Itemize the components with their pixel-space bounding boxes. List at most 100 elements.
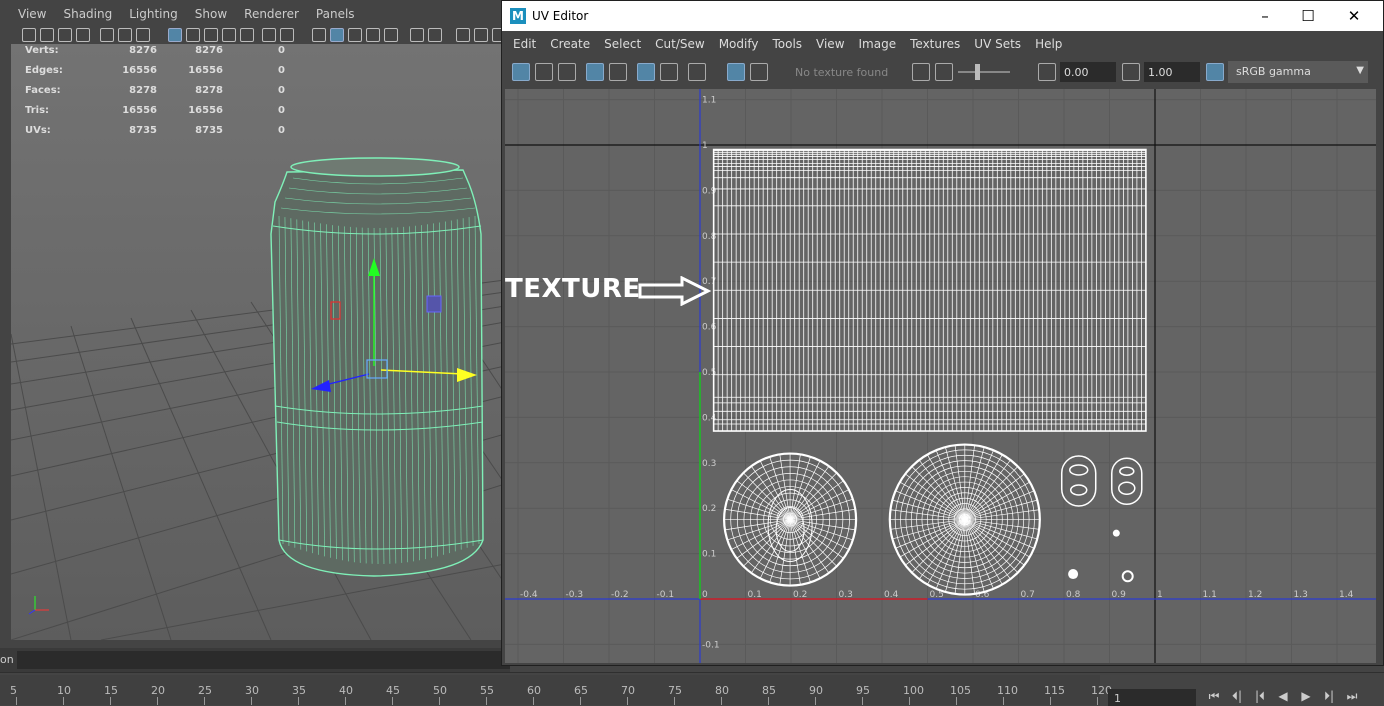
go-to-start-icon[interactable]: ⏮ bbox=[1204, 687, 1224, 705]
menu-panels[interactable]: Panels bbox=[316, 7, 355, 21]
exposure-icon[interactable] bbox=[1038, 63, 1056, 81]
uv-menu-create[interactable]: Create bbox=[550, 37, 590, 51]
u-tick-label: 0.9 bbox=[1112, 590, 1127, 600]
step-back-frame-icon[interactable]: |⏴ bbox=[1250, 687, 1270, 705]
camera-icon[interactable] bbox=[22, 28, 36, 42]
minimize-button[interactable]: – bbox=[1242, 1, 1288, 31]
uv-menu-modify[interactable]: Modify bbox=[719, 37, 759, 51]
display-image-icon[interactable] bbox=[727, 63, 745, 81]
image-plane-icon[interactable] bbox=[76, 28, 90, 42]
frame-tick-mark bbox=[392, 697, 393, 705]
uv-editor-titlebar[interactable]: M UV Editor – ☐ ✕ bbox=[502, 1, 1383, 31]
gamma-field[interactable] bbox=[1144, 62, 1200, 82]
u-tick-label: 0.1 bbox=[748, 590, 762, 600]
step-forward-key-icon[interactable]: ⏵| bbox=[1319, 687, 1339, 705]
film-gate-icon[interactable] bbox=[118, 28, 132, 42]
smooth-shade-icon[interactable] bbox=[186, 28, 200, 42]
light-bulb-icon[interactable] bbox=[410, 28, 424, 42]
uv-menu-textures[interactable]: Textures bbox=[910, 37, 960, 51]
uv-menu-help[interactable]: Help bbox=[1035, 37, 1062, 51]
color-space-dropdown[interactable]: sRGB gamma ▼ bbox=[1228, 61, 1368, 83]
current-frame-field[interactable] bbox=[1108, 689, 1196, 706]
uv-shell-can-top bbox=[888, 443, 1041, 596]
uv-menu-tools[interactable]: Tools bbox=[772, 37, 802, 51]
color-management-icon[interactable] bbox=[1206, 63, 1224, 81]
exposure-field[interactable] bbox=[1060, 62, 1116, 82]
checker-icon[interactable] bbox=[750, 63, 768, 81]
frame-tick-mark bbox=[956, 697, 957, 705]
u-tick-label: -0.2 bbox=[611, 590, 629, 600]
menu-renderer[interactable]: Renderer bbox=[244, 7, 299, 21]
exposure-icon[interactable] bbox=[456, 28, 470, 42]
image-icon[interactable] bbox=[935, 63, 953, 81]
ambient-occlusion-icon[interactable] bbox=[280, 28, 294, 42]
play-backward-icon[interactable]: ◀ bbox=[1273, 687, 1293, 705]
uv-menu-select[interactable]: Select bbox=[604, 37, 641, 51]
frame-tick-mark bbox=[627, 697, 628, 705]
uv-distortion-icon[interactable] bbox=[609, 63, 627, 81]
resolution-gate-icon[interactable] bbox=[136, 28, 150, 42]
antialias-icon[interactable] bbox=[428, 28, 442, 42]
frame-tick-mark bbox=[1097, 697, 1098, 705]
bookmark-icon[interactable] bbox=[58, 28, 72, 42]
frame-tick-mark bbox=[1003, 697, 1004, 705]
frame-tick-mark bbox=[204, 697, 205, 705]
textured-icon[interactable] bbox=[222, 28, 236, 42]
uv-shell-body bbox=[712, 148, 1147, 432]
play-forward-icon[interactable]: ▶ bbox=[1296, 687, 1316, 705]
rgb-channels-icon[interactable] bbox=[912, 63, 930, 81]
menu-shading[interactable]: Shading bbox=[63, 7, 112, 21]
frame-tick-mark bbox=[63, 697, 64, 705]
frame-tick-label: 95 bbox=[856, 684, 870, 697]
lights-icon[interactable] bbox=[240, 28, 254, 42]
uv-layout-icon[interactable] bbox=[558, 63, 576, 81]
brightness-slider[interactable] bbox=[958, 71, 1010, 73]
texture-status: No texture found bbox=[795, 66, 889, 79]
wireframe-icon[interactable] bbox=[168, 28, 182, 42]
shadows-icon[interactable] bbox=[262, 28, 276, 42]
u-tick-label: 1.2 bbox=[1248, 590, 1262, 600]
poly-count-hud: Verts: 8276 8276 0 Edges: 16556 16556 0 … bbox=[25, 45, 285, 145]
u-tick-label: -0.3 bbox=[566, 590, 584, 600]
uv-menu-view[interactable]: View bbox=[816, 37, 844, 51]
menu-view[interactable]: View bbox=[18, 7, 46, 21]
grid-icon[interactable] bbox=[100, 28, 114, 42]
camera-snapshot-icon[interactable] bbox=[688, 63, 706, 81]
perspective-viewport[interactable]: Verts: 8276 8276 0 Edges: 16556 16556 0 … bbox=[11, 44, 505, 640]
lock-camera-icon[interactable] bbox=[40, 28, 54, 42]
uv-canvas[interactable]: -0.4 -0.3 -0.2 -0.1 0 0.1 0.2 0.3 0.4 0.5 0.6 0.7 0.… bbox=[505, 89, 1376, 663]
uv-shaded-icon[interactable] bbox=[586, 63, 604, 81]
hud-row-tris: Tris: 16556 16556 0 bbox=[25, 105, 285, 116]
uv-pixel-snap-icon[interactable] bbox=[660, 63, 678, 81]
command-input[interactable] bbox=[17, 651, 510, 669]
uv-menu-cut-sew[interactable]: Cut/Sew bbox=[655, 37, 705, 51]
menu-show[interactable]: Show bbox=[195, 7, 227, 21]
brightness-slider-handle[interactable] bbox=[975, 64, 980, 80]
v-tick-label: 0.2 bbox=[702, 504, 716, 514]
frame-tick-mark bbox=[815, 697, 816, 705]
uv-shell-select-icon[interactable] bbox=[512, 63, 530, 81]
close-button[interactable]: ✕ bbox=[1331, 1, 1377, 31]
backface-icon[interactable] bbox=[384, 28, 398, 42]
maximize-button[interactable]: ☐ bbox=[1285, 1, 1331, 31]
frame-tick-mark bbox=[721, 697, 722, 705]
isolate-icon[interactable] bbox=[312, 28, 326, 42]
uv-menu-uv-sets[interactable]: UV Sets bbox=[974, 37, 1021, 51]
uv-snapshot-icon[interactable] bbox=[535, 63, 553, 81]
time-slider[interactable]: 5 10 15 20 25 30 35 40 45 50 55 60 65 70 75 80 85 90 95 100… bbox=[0, 675, 1112, 705]
gamma-icon[interactable] bbox=[474, 28, 488, 42]
frame-tick-label: 45 bbox=[386, 684, 400, 697]
uv-grid-icon[interactable] bbox=[637, 63, 655, 81]
xray-active-icon[interactable] bbox=[366, 28, 380, 42]
xray-joints-icon[interactable] bbox=[348, 28, 362, 42]
gamma-icon[interactable] bbox=[1122, 63, 1140, 81]
frame-tick-label: 90 bbox=[809, 684, 823, 697]
uv-menu-edit[interactable]: Edit bbox=[513, 37, 536, 51]
xray-icon[interactable] bbox=[330, 28, 344, 42]
menu-lighting[interactable]: Lighting bbox=[129, 7, 178, 21]
go-to-end-icon[interactable]: ⏭ bbox=[1342, 687, 1362, 705]
uv-menu-image[interactable]: Image bbox=[859, 37, 897, 51]
step-back-key-icon[interactable]: ⏴| bbox=[1227, 687, 1247, 705]
wireframe-on-shaded-icon[interactable] bbox=[204, 28, 218, 42]
maya-logo-icon: M bbox=[510, 8, 526, 24]
